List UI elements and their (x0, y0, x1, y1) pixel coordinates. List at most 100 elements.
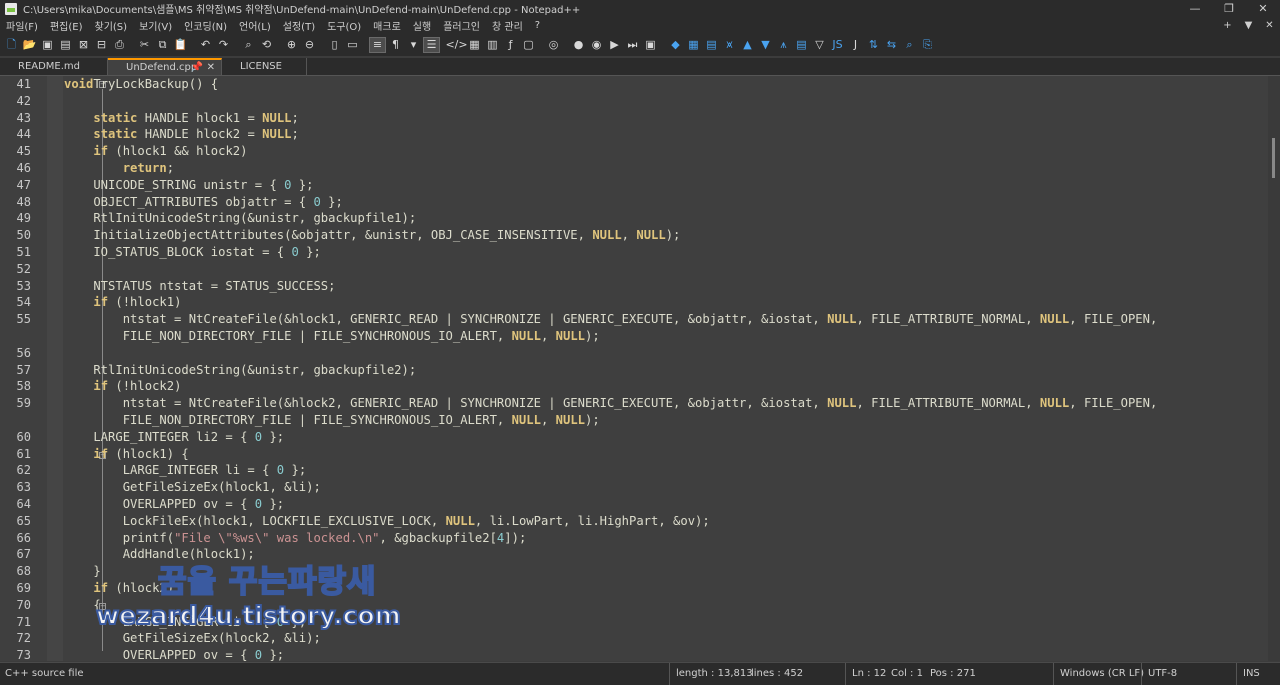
minimize-button[interactable]: — (1178, 0, 1212, 17)
code-token: if (93, 581, 109, 595)
save-all-icon[interactable]: ▤ (57, 37, 74, 53)
scrollbar-thumb[interactable] (1272, 138, 1275, 178)
plugin-7-icon[interactable]: ⩚ (775, 37, 792, 53)
redo-icon[interactable]: ↷ (215, 37, 232, 53)
stop-macro-icon[interactable]: ◉ (588, 37, 605, 53)
close-tab-icon[interactable]: ✕ (207, 60, 215, 75)
sync-vertical-icon[interactable]: ▯ (326, 37, 343, 53)
tab-undefend-cpp[interactable]: UnDefend.cpp 📌 ✕ (108, 58, 222, 75)
zoom-in-icon[interactable]: ⊕ (283, 37, 300, 53)
toolbar-separator (660, 37, 666, 53)
plugin-13-icon[interactable]: ⇆ (883, 37, 900, 53)
show-all-chars-icon[interactable]: ¶ (387, 37, 404, 53)
find-icon[interactable]: ⌕ (240, 37, 257, 53)
monitoring-icon[interactable]: ◎ (545, 37, 562, 53)
code-token: NULL (592, 228, 622, 243)
menu-plugins[interactable]: 플러그인 (437, 18, 486, 33)
save-macro-icon[interactable]: ▣ (642, 37, 659, 53)
menu-window[interactable]: 창 관리 (486, 18, 529, 33)
menu-help[interactable]: ? (529, 20, 546, 31)
run-macro-multiple-icon[interactable]: ⏭ (624, 37, 641, 53)
code-token: NULL (827, 396, 857, 411)
open-file-icon[interactable]: 📂 (21, 37, 38, 53)
plugin-12-icon[interactable]: ⇅ (865, 37, 882, 53)
status-eol[interactable]: Windows (CR LF) (1053, 663, 1144, 685)
fold-margin[interactable]: − − − (47, 76, 106, 661)
menu-view[interactable]: 보기(V) (133, 18, 178, 33)
doc-list-icon[interactable]: ▥ (484, 37, 501, 53)
tab-license[interactable]: LICENSE (222, 58, 307, 75)
plugin-15-icon[interactable]: ⎘ (919, 37, 936, 53)
menu-settings[interactable]: 설정(T) (277, 18, 321, 33)
plugin-6-icon[interactable]: ▼ (757, 37, 774, 53)
pin-icon[interactable]: 📌 (191, 60, 203, 75)
menu-search[interactable]: 찾기(S) (89, 18, 134, 33)
print-icon[interactable]: ⎙ (111, 37, 128, 53)
new-tab-button[interactable]: + (1217, 17, 1238, 34)
menu-encoding[interactable]: 인코딩(N) (178, 18, 233, 33)
plugin-2-icon[interactable]: ▦ (685, 37, 702, 53)
line-number: 67 (16, 547, 31, 562)
code-token: NULL (262, 110, 292, 125)
dropdown-arrow-icon[interactable]: ▾ (405, 37, 422, 53)
vertical-scrollbar[interactable] (1268, 76, 1280, 661)
code-line: RtlInitUnicodeString(&unistr, gbackupfil… (64, 210, 416, 227)
code-token: if (93, 295, 109, 310)
plugin-9-icon[interactable]: ▽ (811, 37, 828, 53)
folder-workspace-icon[interactable]: ▢ (520, 37, 537, 53)
close-all-icon[interactable]: ⊟ (93, 37, 110, 53)
plugin-3-icon[interactable]: ▤ (703, 37, 720, 53)
line-number: 43 (16, 110, 31, 125)
save-icon[interactable]: ▣ (39, 37, 56, 53)
function-list-icon[interactable]: ƒ (502, 37, 519, 53)
close-doc-button[interactable]: ✕ (1259, 17, 1280, 34)
tab-list-button[interactable]: ▼ (1238, 17, 1259, 34)
copy-icon[interactable]: ⧉ (154, 37, 171, 53)
menu-language[interactable]: 언어(L) (233, 18, 277, 33)
plugin-1-icon[interactable]: ◆ (667, 37, 684, 53)
code-token: OVERLAPPED ov = { (64, 648, 255, 663)
replace-icon[interactable]: ⟲ (258, 37, 275, 53)
code-line: if (hlock1) { (64, 446, 188, 463)
doc-map-icon[interactable]: ▦ (466, 37, 483, 53)
plugin-8-icon[interactable]: ▤ (793, 37, 810, 53)
plugin-11-icon[interactable]: J (847, 37, 864, 53)
zoom-out-icon[interactable]: ⊖ (301, 37, 318, 53)
play-macro-icon[interactable]: ▶ (606, 37, 623, 53)
line-number: 49 (16, 211, 31, 226)
line-number: 55 (16, 312, 31, 327)
code-token: , &gbackupfile2[ (379, 530, 497, 545)
code-token: NULL (445, 513, 475, 528)
maximize-button[interactable]: ❐ (1212, 0, 1246, 17)
plugin-10-icon[interactable]: JS (829, 37, 846, 53)
word-wrap-icon[interactable]: ≡ (369, 37, 386, 53)
menu-macro[interactable]: 매크로 (367, 18, 407, 33)
code-token: }; (262, 429, 285, 444)
paste-icon[interactable]: 📋 (172, 37, 189, 53)
sync-horizontal-icon[interactable]: ▭ (344, 37, 361, 53)
code-token: NULL (555, 413, 585, 427)
new-file-icon[interactable]: 🗋 (3, 37, 20, 53)
plugin-4-icon[interactable]: ⩙ (721, 37, 738, 53)
status-insert-mode[interactable]: INS (1236, 663, 1260, 685)
menu-edit[interactable]: 편집(E) (44, 18, 89, 33)
undo-icon[interactable]: ↶ (197, 37, 214, 53)
menu-tools[interactable]: 도구(O) (321, 18, 367, 33)
code-tag-icon[interactable]: </> (445, 37, 467, 53)
record-macro-icon[interactable]: ● (570, 37, 587, 53)
plugin-14-icon[interactable]: ⌕ (901, 37, 918, 53)
code-token: printf( (64, 530, 175, 545)
plugin-5-icon[interactable]: ▲ (739, 37, 756, 53)
cut-icon[interactable]: ✂ (136, 37, 153, 53)
menu-file[interactable]: 파일(F) (0, 18, 44, 33)
close-icon[interactable]: ⊠ (75, 37, 92, 53)
close-button[interactable]: ✕ (1246, 0, 1280, 17)
indent-guide-icon[interactable]: ☰ (423, 37, 440, 53)
status-encoding[interactable]: UTF-8 (1141, 663, 1177, 685)
tab-readme[interactable]: README.md (0, 58, 108, 75)
menu-run[interactable]: 실행 (407, 18, 437, 33)
tab-label: README.md (18, 61, 81, 72)
status-ln: Ln : 12 (845, 663, 886, 685)
